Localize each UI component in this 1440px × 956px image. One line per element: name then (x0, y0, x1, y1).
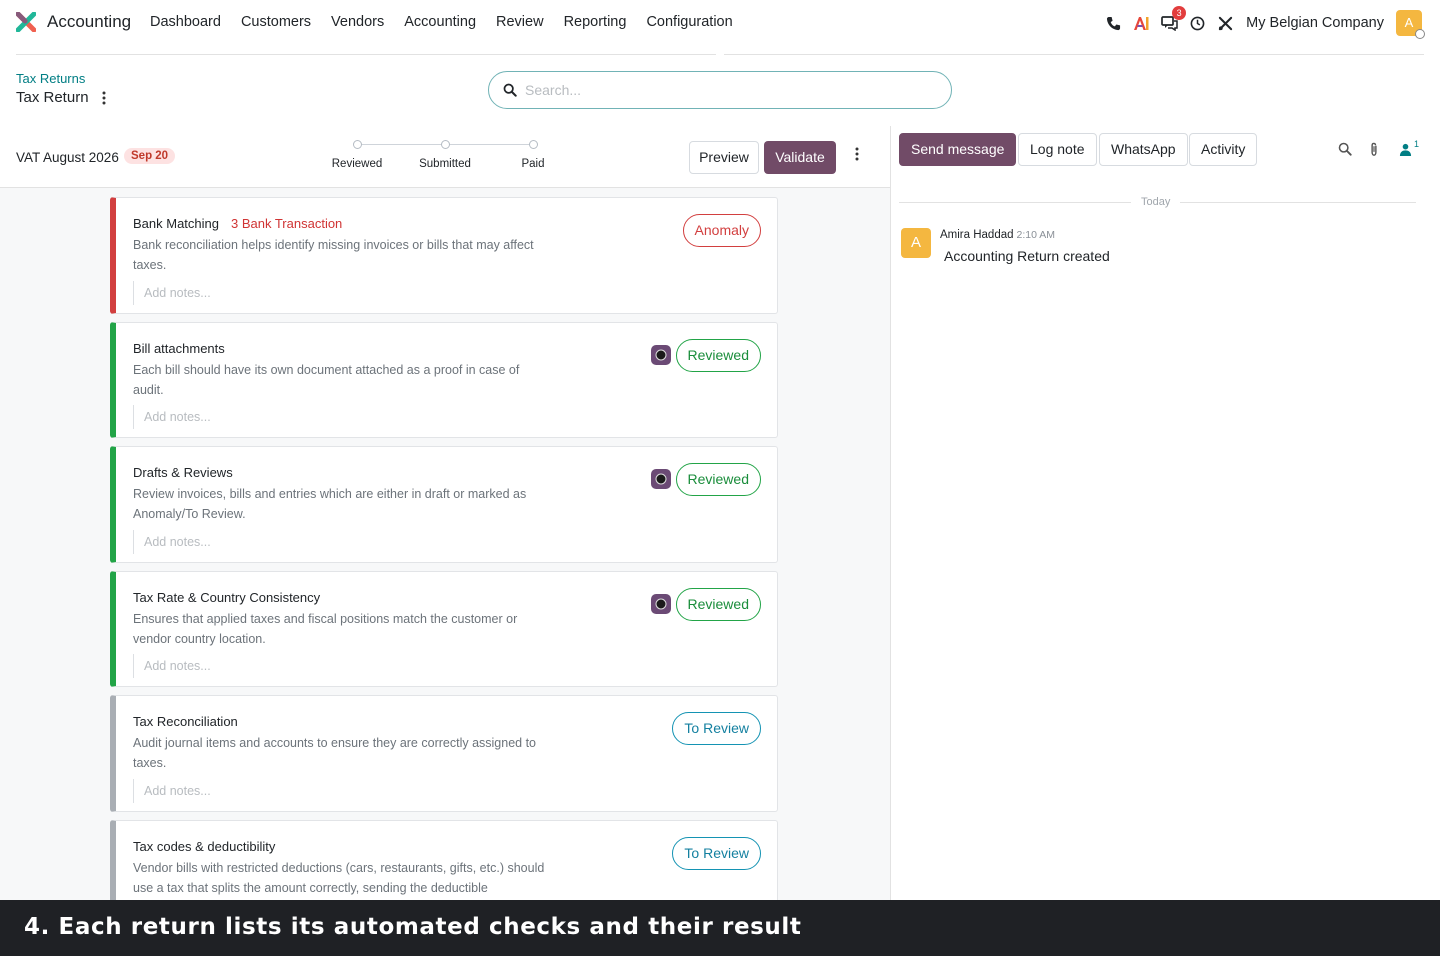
menu-accounting[interactable]: Accounting (404, 14, 476, 30)
user-avatar[interactable]: A (1396, 10, 1425, 39)
reviewer-avatar-icon (651, 594, 671, 614)
header-divider-left (16, 54, 716, 55)
step-connector (445, 144, 533, 145)
check-notes-field[interactable]: Add notes... (133, 654, 433, 678)
date-separator: Today (1131, 196, 1181, 208)
ai-icon[interactable] (1132, 14, 1150, 32)
menu-vendors[interactable]: Vendors (331, 14, 384, 30)
tools-icon[interactable] (1216, 14, 1234, 32)
check-title: Drafts & Reviews (133, 465, 233, 480)
menu-dashboard[interactable]: Dashboard (150, 14, 221, 30)
send-message-button[interactable]: Send message (899, 133, 1017, 166)
activity-button[interactable]: Activity (1189, 133, 1258, 166)
app-name[interactable]: Accounting (47, 12, 131, 32)
check-title-text: Bank Matching (133, 216, 219, 231)
check-title: Bill attachments (133, 341, 225, 356)
step-connector (357, 144, 445, 145)
user-initial: A (1404, 15, 1414, 30)
followers-count: 1 (1413, 139, 1419, 149)
reviewer-avatar-icon (651, 469, 671, 489)
check-description: Bank reconciliation helps identify missi… (133, 238, 534, 272)
check-description: Review invoices, bills and entries which… (133, 487, 527, 521)
search-bar (488, 71, 952, 109)
check-card-tax-reconciliation: Tax Reconciliation Audit journal items a… (110, 695, 778, 812)
followers-icon[interactable]: 1 (1397, 139, 1421, 157)
search-icon[interactable] (503, 83, 517, 97)
check-title: Bank Matching 3 Bank Transaction (133, 216, 342, 231)
caption-text: 4. Each return lists its automated check… (24, 914, 802, 940)
phone-icon[interactable] (1104, 14, 1122, 32)
menu-review[interactable]: Review (496, 14, 544, 30)
accounting-app-icon[interactable] (16, 12, 36, 32)
messages-icon[interactable]: 3 (1160, 6, 1187, 32)
check-status-badge[interactable]: To Review (672, 712, 761, 745)
form-statusbar: VAT August 2026 Sep 20 Reviewed Submitte… (0, 126, 890, 188)
message-author-avatar[interactable]: A (901, 228, 931, 258)
message-time: 2:10 AM (1016, 229, 1056, 241)
check-title: Tax codes & deductibility (133, 839, 276, 854)
breadcrumb-tax-returns[interactable]: Tax Returns (16, 71, 85, 86)
check-card-tax-rate-consistency: Tax Rate & Country Consistency Ensures t… (110, 571, 778, 687)
check-notes-field[interactable]: Add notes... (133, 779, 433, 803)
messages-badge: 3 (1172, 6, 1187, 20)
check-description: Ensures that applied taxes and fiscal po… (133, 612, 518, 646)
check-card-drafts-reviews: Drafts & Reviews Review invoices, bills … (110, 446, 778, 563)
more-actions-icon[interactable] (852, 146, 862, 167)
deadline-badge: Sep 20 (124, 148, 176, 164)
reviewer-avatar-icon (651, 345, 671, 365)
message-body: Accounting Return created (944, 248, 1110, 264)
validate-button[interactable]: Validate (764, 141, 836, 174)
bank-transactions-link[interactable]: 3 Bank Transaction (231, 216, 342, 231)
step-dot-reviewed[interactable] (353, 140, 362, 149)
record-actions-icon[interactable] (98, 90, 110, 106)
systray: 3 My Belgian Company A (1094, 6, 1425, 39)
paperclip-icon[interactable] (1366, 141, 1382, 157)
step-label-paid[interactable]: Paid (493, 158, 573, 170)
check-status-badge[interactable]: To Review (672, 837, 761, 870)
step-label-reviewed[interactable]: Reviewed (317, 158, 397, 170)
check-status-badge[interactable]: Reviewed (675, 339, 761, 372)
step-dot-submitted[interactable] (441, 140, 450, 149)
presence-indicator (1415, 29, 1425, 39)
main-menu: Dashboard Customers Vendors Accounting R… (150, 14, 753, 30)
check-notes-field[interactable]: Add notes... (133, 281, 433, 305)
clock-icon[interactable] (1188, 14, 1206, 32)
check-status-badge[interactable]: Reviewed (675, 588, 761, 621)
caption-banner: 4. Each return lists its automated check… (0, 900, 1440, 956)
log-note-button[interactable]: Log note (1018, 133, 1097, 166)
check-status-badge[interactable]: Reviewed (675, 463, 761, 496)
company-switcher[interactable]: My Belgian Company (1246, 15, 1384, 31)
chatter-panel: Send message Log note WhatsApp Activity … (890, 126, 1440, 900)
check-notes-field[interactable]: Add notes... (133, 405, 433, 429)
header-divider-right (724, 54, 1424, 55)
menu-reporting[interactable]: Reporting (564, 14, 627, 30)
menu-customers[interactable]: Customers (241, 14, 311, 30)
menu-configuration[interactable]: Configuration (646, 14, 732, 30)
return-title: VAT August 2026 (16, 150, 119, 165)
check-card-bank-matching: Bank Matching 3 Bank Transaction Bank rec… (110, 197, 778, 314)
check-description: Audit journal items and accounts to ensu… (133, 736, 536, 770)
preview-button[interactable]: Preview (689, 141, 759, 174)
status-stepper: Reviewed Submitted Paid (326, 138, 566, 178)
breadcrumb-current: Tax Return (16, 89, 89, 106)
step-label-submitted[interactable]: Submitted (405, 158, 485, 170)
check-title: Tax Rate & Country Consistency (133, 590, 321, 605)
whatsapp-button[interactable]: WhatsApp (1099, 133, 1188, 166)
check-description: Vendor bills with restricted deductions … (133, 861, 545, 895)
step-dot-paid[interactable] (529, 140, 538, 149)
search-input[interactable] (525, 82, 905, 98)
message-header: Amira Haddad 2:10 AM (940, 229, 1055, 241)
check-description: Each bill should have its own document a… (133, 363, 520, 397)
check-title: Tax Reconciliation (133, 714, 238, 729)
message-author[interactable]: Amira Haddad (940, 229, 1014, 241)
search-messages-icon[interactable] (1337, 141, 1353, 157)
check-notes-field[interactable]: Add notes... (133, 530, 433, 554)
check-status-badge[interactable]: Anomaly (682, 214, 761, 247)
top-navbar: Accounting Dashboard Customers Vendors A… (0, 0, 1440, 46)
check-card-bill-attachments: Bill attachments Each bill should have i… (110, 322, 778, 438)
